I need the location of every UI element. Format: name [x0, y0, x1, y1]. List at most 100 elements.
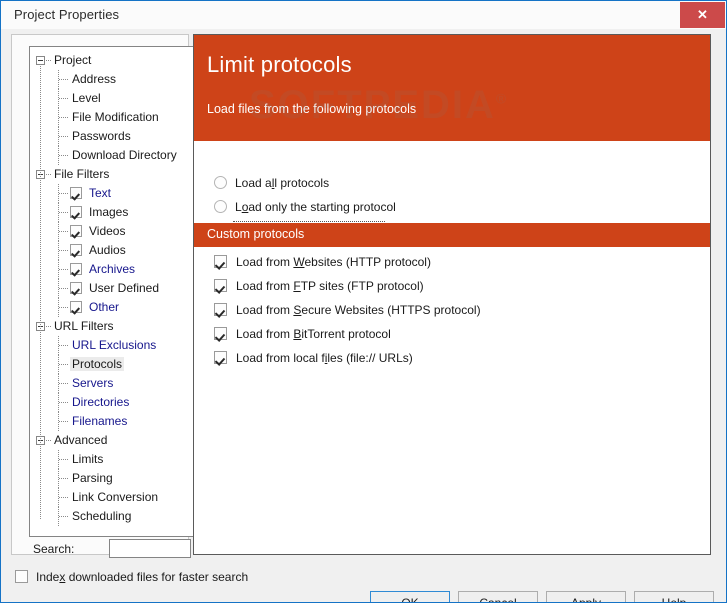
tree-item-label: File Filters: [54, 167, 110, 181]
tree-item-file-modification[interactable]: File Modification: [30, 108, 193, 127]
close-button[interactable]: ✕: [680, 2, 725, 28]
tree-item-label: Other: [89, 300, 120, 314]
tree-item-url-exclusions[interactable]: URL Exclusions: [30, 336, 193, 355]
tree-item-label: URL Exclusions: [72, 338, 157, 352]
tree-rows-container: Project Address Level File Modification Pass…: [30, 47, 193, 526]
tree-checkbox[interactable]: [70, 187, 82, 199]
tree-item-label: Limits: [72, 452, 104, 466]
radio-label: Load all protocols: [235, 176, 330, 190]
checkbox-mark[interactable]: [214, 303, 227, 316]
tree-item-text[interactable]: Text: [30, 184, 193, 203]
index-downloaded-files-label: Index downloaded files for faster search: [36, 570, 249, 584]
tree-guide-h: [59, 155, 69, 156]
tree-item-label: Protocols: [70, 357, 125, 371]
tree-item-label: Servers: [72, 376, 114, 390]
tree-item-user-defined[interactable]: User Defined: [30, 279, 193, 298]
tree-item-images[interactable]: Images: [30, 203, 193, 222]
checkbox-label: Load from Secure Websites (HTTPS protoco…: [236, 303, 481, 317]
tree-item-servers[interactable]: Servers: [30, 374, 193, 393]
tree-checkbox[interactable]: [70, 225, 82, 237]
tree-item-videos[interactable]: Videos: [30, 222, 193, 241]
tree-guide-h: [59, 421, 69, 422]
tree-item-label: URL Filters: [54, 319, 114, 333]
checkbox-mark[interactable]: [214, 327, 227, 340]
tree-guide-h: [59, 383, 69, 384]
tree-item-audios[interactable]: Audios: [30, 241, 193, 260]
custom-protocols-section-band: Custom protocols: [194, 223, 710, 247]
tree-item-label: Scheduling: [72, 509, 132, 523]
tree-item-project[interactable]: Project: [30, 51, 193, 70]
tree-item-file-filters[interactable]: File Filters: [30, 165, 193, 184]
tree-checkbox[interactable]: [70, 301, 82, 313]
tree-item-url-filters[interactable]: URL Filters: [30, 317, 193, 336]
tree-checkbox[interactable]: [70, 263, 82, 275]
tree-item-archives[interactable]: Archives: [30, 260, 193, 279]
tree-item-link-conversion[interactable]: Link Conversion: [30, 488, 193, 507]
title-bar: Project Properties ✕: [1, 1, 726, 30]
tree-item-label: Images: [89, 205, 129, 219]
cancel-button[interactable]: Cancel: [458, 591, 538, 602]
tree-guide-h: [59, 269, 68, 270]
tree-guide-h: [59, 516, 69, 517]
protocol-mode-radio-group: Load all protocols Load only the starting…: [194, 67, 710, 238]
tree-item-parsing[interactable]: Parsing: [30, 469, 193, 488]
search-row: Search:: [29, 539, 194, 561]
radio-label: Load only the starting protocol: [235, 200, 396, 214]
tree-item-filenames[interactable]: Filenames: [30, 412, 193, 431]
tree-checkbox[interactable]: [70, 244, 82, 256]
tree-checkbox[interactable]: [70, 282, 82, 294]
tree-guide-h: [59, 98, 69, 99]
checkbox-mark[interactable]: [214, 279, 227, 292]
tree-guide-h: [59, 136, 69, 137]
tree-guide-h: [59, 478, 69, 479]
tree-item-label: User Defined: [89, 281, 160, 295]
search-input[interactable]: [109, 539, 191, 558]
tree-guide-h: [59, 231, 68, 232]
checkbox-label: Load from BitTorrent protocol: [236, 327, 391, 341]
tree-item-protocols[interactable]: Protocols: [30, 355, 193, 374]
window-title: Project Properties: [14, 7, 120, 22]
tree-root-spine: [40, 64, 41, 519]
tree-checkbox[interactable]: [70, 206, 82, 218]
settings-detail-panel: Limit protocols Load files from the foll…: [193, 34, 711, 555]
tree-item-scheduling[interactable]: Scheduling: [30, 507, 193, 526]
tree-item-level[interactable]: Level: [30, 89, 193, 108]
navigation-group-panel: Project Address Level File Modification Pass…: [11, 34, 194, 558]
help-button[interactable]: Help: [634, 591, 714, 602]
tree-item-label: Videos: [89, 224, 126, 238]
tree-guide-h: [59, 402, 69, 403]
tree-item-label: Directories: [72, 395, 130, 409]
tree-item-directories[interactable]: Directories: [30, 393, 193, 412]
tree-guide-h: [59, 364, 69, 365]
dialog-body: Project Address Level File Modification Pass…: [1, 29, 726, 602]
tree-guide-h: [59, 307, 68, 308]
search-label: Search:: [33, 542, 75, 556]
custom-protocols-section-title: Custom protocols: [207, 227, 305, 241]
close-icon: ✕: [697, 7, 708, 22]
tree-item-label: Parsing: [72, 471, 113, 485]
tree-item-limits[interactable]: Limits: [30, 450, 193, 469]
tree-guide-h: [59, 79, 69, 80]
index-downloaded-files-checkbox[interactable]: [15, 570, 28, 583]
tree-guide-h: [59, 250, 68, 251]
tree-guide-h: [59, 345, 69, 346]
tree-guide-h: [59, 212, 68, 213]
tree-item-label: Address: [72, 72, 117, 86]
checkbox-mark[interactable]: [214, 255, 227, 268]
radio-mark[interactable]: [214, 176, 227, 189]
tree-item-label: Link Conversion: [72, 490, 159, 504]
checkbox-mark[interactable]: [214, 351, 227, 364]
apply-button[interactable]: Apply: [546, 591, 626, 602]
checkbox-label: Load from FTP sites (FTP protocol): [236, 279, 424, 293]
ok-button[interactable]: OK: [370, 591, 450, 602]
tree-item-download-directory[interactable]: Download Directory: [30, 146, 193, 165]
checkbox-label: Load from Websites (HTTP protocol): [236, 255, 431, 269]
tree-item-label: Advanced: [54, 433, 108, 447]
tree-item-passwords[interactable]: Passwords: [30, 127, 193, 146]
settings-tree[interactable]: Project Address Level File Modification Pass…: [29, 46, 194, 537]
tree-item-label: Project: [54, 53, 92, 67]
tree-item-address[interactable]: Address: [30, 70, 193, 89]
radio-mark[interactable]: [214, 200, 227, 213]
tree-item-advanced[interactable]: Advanced: [30, 431, 193, 450]
tree-item-other[interactable]: Other: [30, 298, 193, 317]
